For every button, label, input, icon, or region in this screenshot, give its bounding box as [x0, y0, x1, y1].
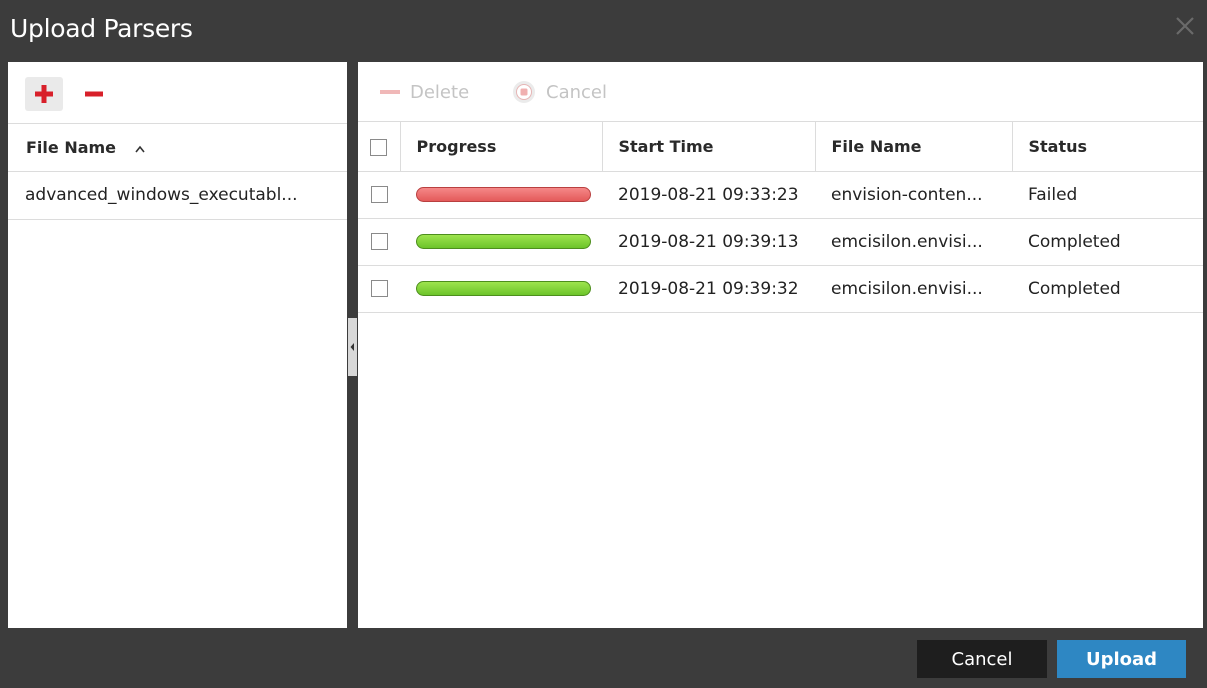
- panel-splitter[interactable]: [347, 62, 358, 628]
- select-all-header: [358, 122, 401, 172]
- list-item[interactable]: advanced_windows_executabl...: [8, 172, 347, 220]
- uploads-toolbar: Delete Cancel: [358, 62, 1203, 122]
- uploads-panel: Delete Cancel Progress Start Time File N…: [358, 62, 1203, 628]
- chevron-left-icon: [350, 343, 354, 351]
- row-select-cell: [358, 218, 400, 266]
- status-cell: Failed: [1012, 171, 1203, 219]
- start-time-cell: 2019-08-21 09:33:23: [602, 171, 815, 219]
- file-name-cell: envision-conten...: [815, 171, 1012, 219]
- progress-bar: [416, 281, 591, 296]
- file-name-column-header[interactable]: File Name: [8, 124, 347, 172]
- remove-file-button[interactable]: [77, 77, 111, 111]
- row-checkbox[interactable]: [370, 186, 388, 203]
- minus-icon: [380, 90, 400, 94]
- delete-button[interactable]: Delete: [380, 78, 469, 106]
- row-checkbox[interactable]: [370, 280, 388, 297]
- table-row[interactable]: 2019-08-21 09:39:32 emcisilon.envisi... …: [358, 265, 1203, 313]
- row-checkbox[interactable]: [370, 233, 388, 250]
- select-all-checkbox[interactable]: [370, 138, 388, 156]
- table-header-row: Progress Start Time File Name Status: [358, 122, 1203, 172]
- progress-bar: [416, 187, 591, 202]
- close-icon[interactable]: [1173, 14, 1197, 38]
- add-file-button[interactable]: [25, 77, 63, 111]
- upload-button[interactable]: Upload: [1057, 640, 1186, 678]
- table-row[interactable]: 2019-08-21 09:33:23 envision-conten... F…: [358, 171, 1203, 219]
- uploads-table: Progress Start Time File Name Status 201…: [358, 122, 1203, 313]
- status-cell: Completed: [1012, 218, 1203, 266]
- file-name-header-label: File Name: [26, 138, 117, 157]
- dialog-footer: Cancel Upload: [0, 628, 1207, 688]
- progress-bar: [416, 234, 591, 249]
- plus-icon: [35, 85, 53, 103]
- cancel-button[interactable]: Cancel: [917, 640, 1047, 678]
- table-row[interactable]: 2019-08-21 09:39:13 emcisilon.envisi... …: [358, 218, 1203, 266]
- delete-label: Delete: [410, 81, 470, 103]
- progress-cell: [400, 218, 602, 266]
- dialog-titlebar: Upload Parsers: [0, 0, 1207, 62]
- minus-icon: [85, 91, 103, 97]
- column-header-status[interactable]: Status: [1012, 122, 1203, 172]
- upload-parsers-dialog: Upload Parsers File Name advanced_window…: [0, 0, 1207, 688]
- start-time-cell: 2019-08-21 09:39:13: [602, 218, 815, 266]
- parser-files-panel: File Name advanced_windows_executabl...: [8, 62, 347, 628]
- left-toolbar: [8, 62, 347, 124]
- cancel-label: Cancel: [546, 81, 607, 103]
- cancel-upload-button[interactable]: Cancel: [512, 78, 607, 106]
- progress-cell: [400, 171, 602, 219]
- column-header-progress[interactable]: Progress: [400, 122, 603, 172]
- file-name-text: advanced_windows_executabl...: [25, 185, 298, 205]
- collapse-handle[interactable]: [348, 318, 357, 376]
- start-time-cell: 2019-08-21 09:39:32: [602, 265, 815, 313]
- row-select-cell: [358, 265, 400, 313]
- stop-circle-icon: [513, 81, 535, 103]
- progress-cell: [400, 265, 602, 313]
- chevron-up-icon: [135, 145, 145, 153]
- row-select-cell: [358, 171, 400, 219]
- status-cell: Completed: [1012, 265, 1203, 313]
- column-header-start-time[interactable]: Start Time: [602, 122, 816, 172]
- file-name-cell: emcisilon.envisi...: [815, 218, 1012, 266]
- file-name-cell: emcisilon.envisi...: [815, 265, 1012, 313]
- column-header-file-name[interactable]: File Name: [815, 122, 1013, 172]
- dialog-title: Upload Parsers: [10, 14, 193, 43]
